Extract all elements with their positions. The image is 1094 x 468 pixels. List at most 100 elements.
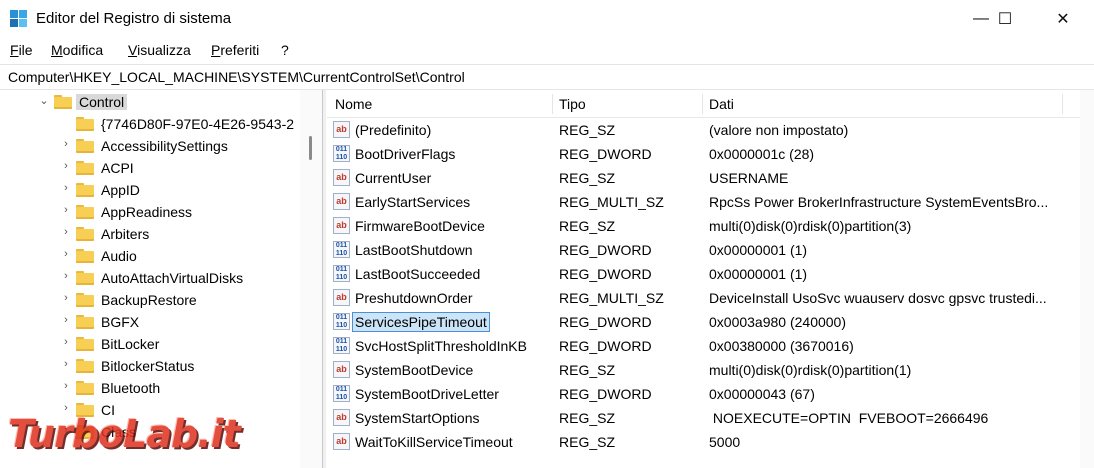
address-bar[interactable]: Computer\HKEY_LOCAL_MACHINE\SYSTEM\Curre…	[0, 64, 1094, 90]
value-row[interactable]: 011 110 SvcHostSplitThresholdInKB REG_DWORD…	[327, 334, 1087, 358]
value-name[interactable]: CurrentUser	[355, 170, 431, 186]
value-name[interactable]: SystemBootDriveLetter	[355, 386, 499, 402]
tree-item-label: AutoAttachVirtualDisks	[101, 270, 244, 286]
column-divider[interactable]	[702, 94, 703, 114]
menu-help[interactable]: ?	[281, 42, 289, 58]
menu-preferiti[interactable]: Preferiti	[211, 42, 259, 58]
tree-item-label: AppReadiness	[101, 204, 193, 220]
value-row[interactable]: ab FirmwareBootDevice REG_SZ multi(0)disk(0…	[327, 214, 1087, 238]
value-name[interactable]: ServicesPipeTimeout	[352, 312, 490, 332]
maximize-button[interactable]: ☐	[982, 0, 1028, 38]
column-header-name[interactable]: Nome	[335, 96, 372, 112]
chevron-right-icon[interactable]: ›	[60, 204, 72, 216]
value-name[interactable]: SvcHostSplitThresholdInKB	[355, 338, 527, 354]
menu-modifica[interactable]: Modifica	[51, 42, 103, 58]
pane-splitter[interactable]	[323, 90, 326, 468]
column-divider[interactable]	[1062, 94, 1063, 114]
regedit-icon	[10, 10, 28, 28]
value-type: REG_SZ	[559, 218, 616, 234]
address-path[interactable]: Computer\HKEY_LOCAL_MACHINE\SYSTEM\Curre…	[8, 69, 465, 85]
chevron-right-icon[interactable]: ›	[60, 248, 72, 260]
values-list[interactable]: Nome Tipo Dati ab (Predefinito) REG_SZ (val…	[327, 90, 1094, 468]
value-name[interactable]: LastBootSucceeded	[355, 266, 480, 282]
tree-item[interactable]: › BackupRestore	[0, 289, 300, 311]
column-divider[interactable]	[552, 94, 553, 114]
tree-item[interactable]: › BitlockerStatus	[0, 355, 300, 377]
value-row[interactable]: 011 110 LastBootSucceeded REG_DWORD 0x000000…	[327, 262, 1087, 286]
close-button[interactable]: ✕	[1040, 0, 1086, 38]
value-name[interactable]: LastBootShutdown	[355, 242, 473, 258]
value-name[interactable]: (Predefinito)	[355, 122, 431, 138]
title-bar: Editor del Registro di sistema — ☐ ✕	[0, 0, 1094, 38]
binary-value-icon: 011 110	[333, 337, 350, 354]
folder-icon	[76, 271, 94, 285]
value-row[interactable]: ab CurrentUser REG_SZ USERNAME	[327, 166, 1087, 190]
chevron-right-icon[interactable]: ›	[60, 358, 72, 370]
value-name[interactable]: BootDriverFlags	[355, 146, 455, 162]
value-row[interactable]: ab WaitToKillServiceTimeout REG_SZ 5000	[327, 430, 1087, 454]
tree-item[interactable]: › ACPI	[0, 157, 300, 179]
tree-item[interactable]: › AccessibilitySettings	[0, 135, 300, 157]
chevron-right-icon[interactable]: ›	[60, 336, 72, 348]
value-row[interactable]: 011 110 BootDriverFlags REG_DWORD 0x0000001c…	[327, 142, 1087, 166]
chevron-right-icon[interactable]: ›	[60, 270, 72, 282]
menu-file[interactable]: File	[10, 42, 33, 58]
tree-item[interactable]: › BitLocker	[0, 333, 300, 355]
menu-visualizza[interactable]: Visualizza	[128, 42, 191, 58]
chevron-right-icon[interactable]: ›	[60, 292, 72, 304]
value-row[interactable]: 011 110 SystemBootDriveLetter REG_DWORD 0x00…	[327, 382, 1087, 406]
value-row[interactable]: ab (Predefinito) REG_SZ (valore non imposta…	[327, 118, 1087, 142]
tree-item[interactable]: › AppID	[0, 179, 300, 201]
value-name[interactable]: WaitToKillServiceTimeout	[355, 434, 513, 450]
tree-item[interactable]: ⌄ Control	[0, 91, 300, 113]
string-value-icon: ab	[333, 361, 350, 378]
value-type: REG_MULTI_SZ	[559, 194, 664, 210]
value-row[interactable]: 011 110 ServicesPipeTimeout REG_DWORD 0x0003…	[327, 310, 1087, 334]
value-name[interactable]: EarlyStartServices	[355, 194, 470, 210]
value-row[interactable]: ab SystemBootDevice REG_SZ multi(0)disk(0)r…	[327, 358, 1087, 382]
value-name[interactable]: SystemBootDevice	[355, 362, 473, 378]
tree-item[interactable]: › Bluetooth	[0, 377, 300, 399]
chevron-right-icon[interactable]: ›	[60, 226, 72, 238]
chevron-down-icon[interactable]: ⌄	[38, 94, 50, 107]
chevron-right-icon[interactable]: ›	[60, 138, 72, 150]
value-data: USERNAME	[709, 170, 789, 186]
tree-scrollbar[interactable]	[300, 90, 322, 468]
value-row[interactable]: ab PreshutdownOrder REG_MULTI_SZ DeviceInst…	[327, 286, 1087, 310]
folder-icon	[76, 117, 94, 131]
value-data: multi(0)disk(0)rdisk(0)partition(3)	[709, 218, 912, 234]
tree-item[interactable]: {7746D80F-97E0-4E26-9543-2	[0, 113, 300, 135]
value-name[interactable]: SystemStartOptions	[355, 410, 480, 426]
binary-value-icon: 011 110	[333, 241, 350, 258]
tree-item[interactable]: › AppReadiness	[0, 201, 300, 223]
folder-icon	[76, 293, 94, 307]
tree-item-label: Bluetooth	[101, 380, 161, 396]
chevron-right-icon[interactable]: ›	[60, 182, 72, 194]
value-name[interactable]: PreshutdownOrder	[355, 290, 473, 306]
value-type: REG_SZ	[559, 434, 616, 450]
folder-icon	[54, 95, 72, 109]
tree-item-label: Arbiters	[101, 226, 150, 242]
value-row[interactable]: ab EarlyStartServices REG_MULTI_SZ RpcSs Po…	[327, 190, 1087, 214]
tree-item[interactable]: › AutoAttachVirtualDisks	[0, 267, 300, 289]
value-data: 0x00380000 (3670016)	[709, 338, 854, 354]
value-type: REG_DWORD	[559, 386, 652, 402]
value-data: 0x00000001 (1)	[709, 242, 808, 258]
tree-item[interactable]: › Arbiters	[0, 223, 300, 245]
chevron-right-icon[interactable]: ›	[60, 314, 72, 326]
value-data: RpcSs Power BrokerInfrastructure SystemE…	[709, 194, 1049, 210]
tree-item[interactable]: › Audio	[0, 245, 300, 267]
chevron-right-icon[interactable]: ›	[60, 160, 72, 172]
binary-value-icon: 011 110	[333, 313, 350, 330]
value-name[interactable]: FirmwareBootDevice	[355, 218, 485, 234]
column-header-type[interactable]: Tipo	[559, 96, 586, 112]
list-scrollbar[interactable]	[1080, 90, 1094, 468]
tree-scroll-thumb[interactable]	[309, 136, 312, 160]
value-row[interactable]: ab SystemStartOptions REG_SZ NOEXECUTE=OPT…	[327, 406, 1087, 430]
value-row[interactable]: 011 110 LastBootShutdown REG_DWORD 0x0000000…	[327, 238, 1087, 262]
binary-value-icon: 011 110	[333, 265, 350, 282]
tree-item[interactable]: › BGFX	[0, 311, 300, 333]
column-header-data[interactable]: Dati	[709, 96, 734, 112]
value-type: REG_DWORD	[559, 338, 652, 354]
chevron-right-icon[interactable]: ›	[60, 380, 72, 392]
